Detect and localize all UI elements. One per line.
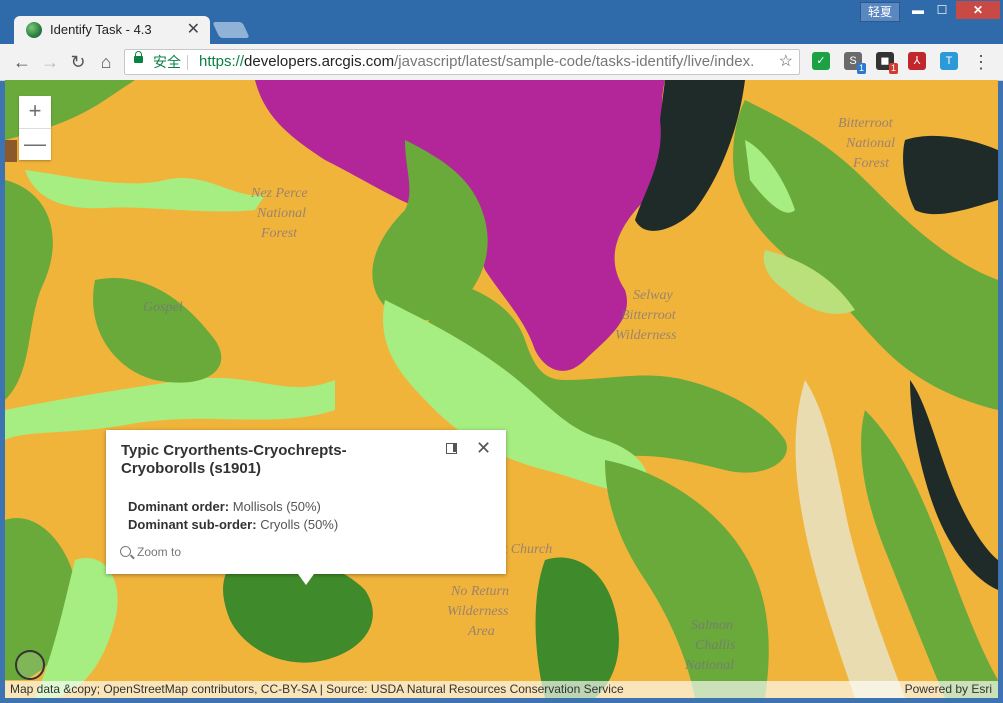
- field-value: Cryolls (50%): [260, 517, 339, 532]
- new-tab-button[interactable]: [212, 22, 250, 38]
- title-bar: Identify Task - 4.3 ✕ 轻夏 ▬ ☐ ✕: [0, 0, 1003, 44]
- map-label-salmon: Salmon: [691, 618, 733, 633]
- tab-identify-task[interactable]: Identify Task - 4.3 ✕: [14, 16, 210, 44]
- shield-extension-icon[interactable]: ✓: [812, 52, 830, 70]
- browser-menu-icon[interactable]: ⋮: [972, 50, 990, 74]
- close-window-button[interactable]: ✕: [956, 1, 1000, 19]
- map-view[interactable]: Nez Perce National Forest Gospel Bitterr…: [5, 80, 998, 698]
- popup-close-icon[interactable]: ✕: [476, 438, 491, 459]
- popup-content: Dominant order: Mollisols (50%) Dominant…: [128, 498, 338, 534]
- lock-icon: [134, 51, 143, 63]
- attribution-text: Map data &copy; OpenStreetMap contributo…: [10, 682, 624, 696]
- zoom-out-button[interactable]: —: [19, 128, 51, 161]
- minimize-button[interactable]: ▬: [906, 1, 930, 19]
- url-scheme: https://: [199, 53, 245, 70]
- map-label-bitterroot-2: Bitterroot: [621, 308, 676, 323]
- popup-title: Typic Cryorthents-Cryochrepts-Cryoboroll…: [121, 442, 347, 477]
- map-label-bitterroot: Bitterroot: [838, 116, 893, 131]
- forward-button[interactable]: →: [38, 50, 62, 74]
- url-text[interactable]: https://developers.arcgis.com/javascript…: [199, 50, 754, 74]
- zoom-to-action[interactable]: Zoom to: [120, 545, 181, 559]
- powered-by-esri[interactable]: Powered by Esri: [905, 681, 992, 698]
- zoom-control: + —: [19, 96, 51, 160]
- map-label-national-2: National: [846, 136, 896, 151]
- s-extension-icon[interactable]: S1: [844, 52, 866, 74]
- map-label-forest-2: Forest: [853, 156, 890, 171]
- maximize-button[interactable]: ☐: [930, 1, 954, 19]
- navigation-toggle-icon[interactable]: [15, 650, 45, 680]
- dock-popup-icon[interactable]: [446, 443, 457, 454]
- browser-toolbar: ← → ↻ ⌂ 安全 https://developers.arcgis.com…: [0, 44, 1003, 81]
- address-bar[interactable]: 安全 https://developers.arcgis.com/javascr…: [124, 49, 800, 75]
- identify-popup: Typic Cryorthents-Cryochrepts-Cryoboroll…: [106, 430, 506, 585]
- field-label: Dominant order:: [128, 499, 230, 514]
- tab-title: Identify Task - 4.3: [50, 22, 152, 37]
- map-label-forest-1: Forest: [261, 226, 298, 241]
- attribution-bar: Map data &copy; OpenStreetMap contributo…: [5, 681, 998, 698]
- extension-badge: 1: [888, 63, 898, 74]
- zoom-in-button[interactable]: +: [19, 96, 51, 128]
- map-label-challis: Challis: [695, 638, 736, 653]
- map-label-nez-perce: Nez Perce: [251, 186, 308, 201]
- map-label-area: Area: [468, 624, 495, 639]
- field-dominant-order: Dominant order: Mollisols (50%): [128, 498, 338, 516]
- secure-label: 安全: [153, 54, 181, 70]
- bookmark-star-icon[interactable]: ☆: [779, 50, 793, 74]
- globe-favicon-icon: [26, 22, 42, 38]
- map-label-national-1: National: [257, 206, 307, 221]
- map-label-wilderness: Wilderness: [447, 604, 509, 619]
- printer-extension-icon[interactable]: ◼ 1: [876, 52, 898, 74]
- url-host: developers.arcgis.com: [244, 53, 395, 70]
- field-value: Mollisols (50%): [232, 499, 321, 514]
- omnibox-divider: [187, 55, 188, 70]
- url-path: /javascript/latest/sample-code/tasks-ide…: [394, 53, 755, 70]
- home-button[interactable]: ⌂: [94, 50, 118, 74]
- field-dominant-sub-order: Dominant sub-order: Cryolls (50%): [128, 516, 338, 534]
- zoom-in-magnifier-icon: [120, 546, 131, 557]
- map-label-selway: Selway: [633, 288, 673, 303]
- extension-badge: 1: [856, 63, 866, 74]
- window-user-badge[interactable]: 轻夏: [860, 2, 900, 22]
- map-label-no-return: No Return: [451, 584, 509, 599]
- browser-window: Identify Task - 4.3 ✕ 轻夏 ▬ ☐ ✕ ← → ↻ ⌂ 安…: [0, 0, 1003, 703]
- field-label: Dominant sub-order:: [128, 517, 257, 532]
- pdf-extension-icon[interactable]: ⅄: [908, 52, 926, 70]
- reload-button[interactable]: ↻: [66, 50, 90, 74]
- map-label-national-3: National: [685, 658, 735, 673]
- zoom-to-label: Zoom to: [137, 545, 182, 559]
- tab-close-icon[interactable]: ✕: [187, 19, 200, 39]
- translate-extension-icon[interactable]: T: [940, 52, 958, 70]
- map-label-wilderness-2: Wilderness: [615, 328, 677, 343]
- back-button[interactable]: ←: [10, 50, 34, 74]
- map-label-gospel: Gospel: [143, 300, 183, 315]
